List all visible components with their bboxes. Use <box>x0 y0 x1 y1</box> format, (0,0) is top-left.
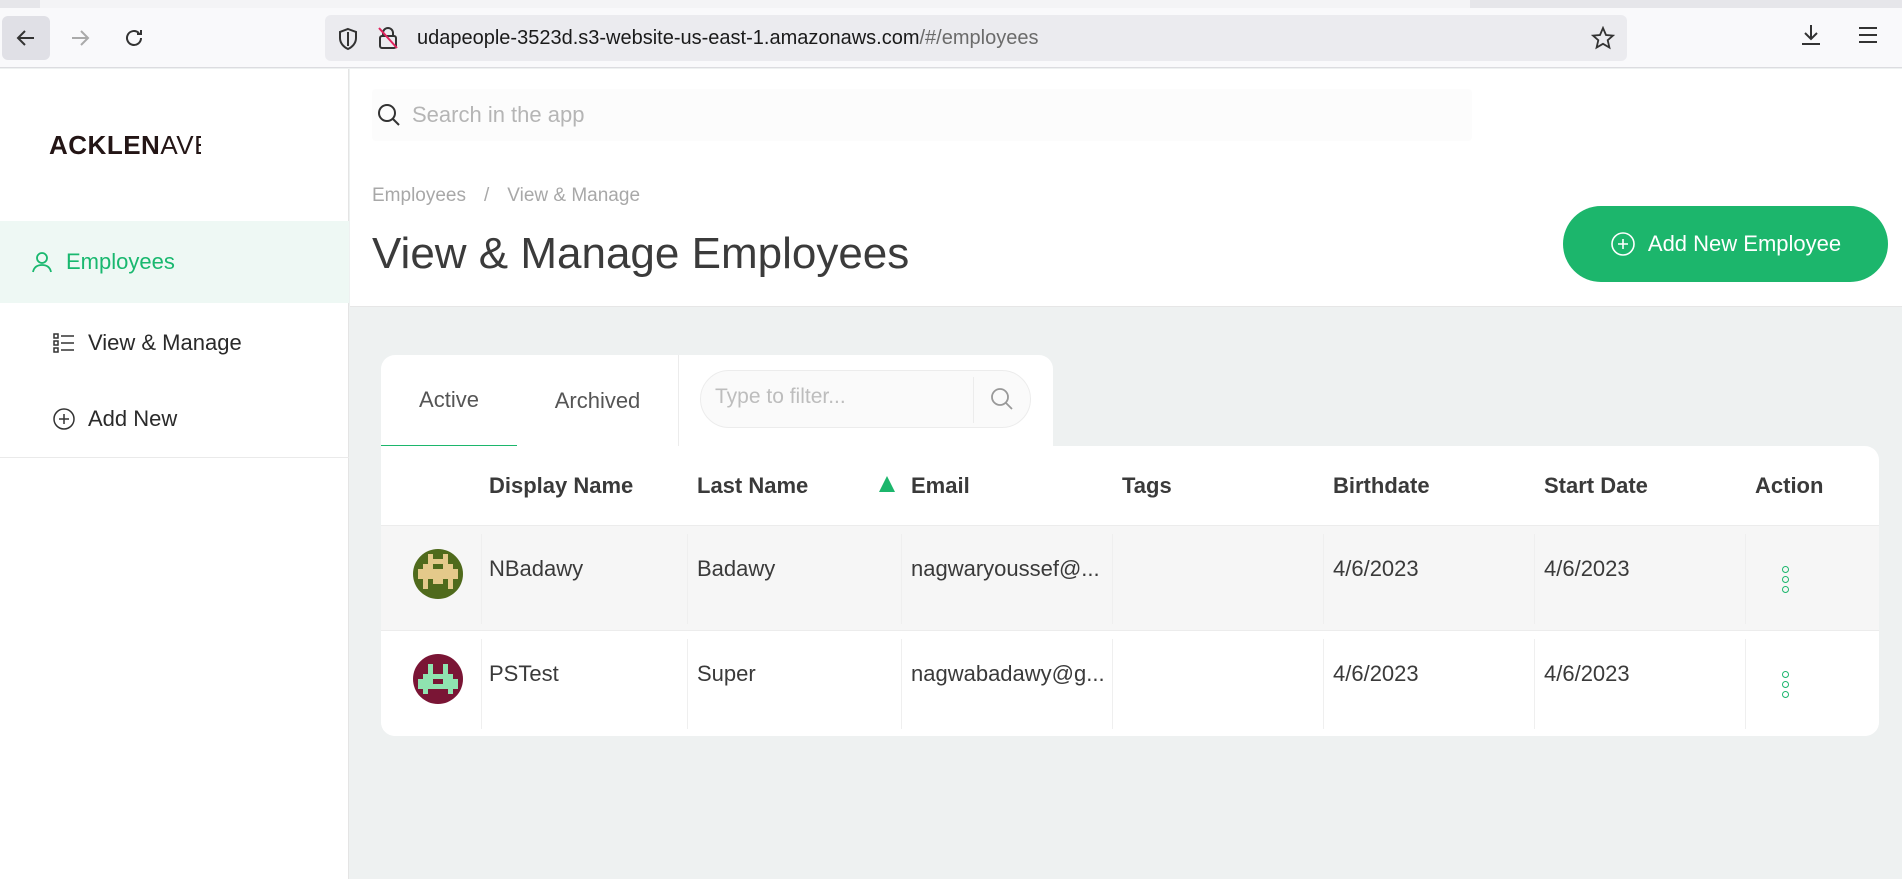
arrow-right-icon <box>72 30 90 46</box>
breadcrumb-separator: / <box>484 185 490 206</box>
add-new-employee-button[interactable]: Add New Employee <box>1563 206 1888 282</box>
plus-circle-icon <box>53 408 75 430</box>
avatar <box>413 654 463 704</box>
sort-ascending-icon[interactable] <box>879 476 895 492</box>
url-text: udapeople-3523d.s3-website-us-east-1.ama… <box>417 27 1039 49</box>
sidebar-item-label: View & Manage <box>88 330 242 355</box>
table-header: Display Name Last Name Email Tags Birthd… <box>381 446 1879 526</box>
cell-email: nagwabadawy@g... <box>911 661 1105 686</box>
row-actions-kebab-icon[interactable] <box>1781 671 1791 701</box>
logo[interactable]: ACKLENAVENUE <box>49 130 201 161</box>
user-icon <box>32 252 52 273</box>
identicon-icon <box>413 549 463 599</box>
app-search[interactable] <box>372 89 1472 141</box>
employees-table: Display Name Last Name Email Tags Birthd… <box>381 446 1879 736</box>
table-filter <box>700 370 1031 428</box>
arrow-left-icon <box>16 30 34 46</box>
browser-toolbar: udapeople-3523d.s3-website-us-east-1.ama… <box>0 8 1902 68</box>
download-icon[interactable] <box>1798 22 1824 48</box>
page-header: Employees / View & Manage View & Manage … <box>350 69 1902 307</box>
browser-tab-strip <box>0 0 1902 8</box>
reload-button[interactable] <box>110 16 158 60</box>
identicon-icon <box>413 654 463 704</box>
column-email[interactable]: Email <box>911 473 970 499</box>
table-row[interactable]: NBadawy Badawy nagwaryoussef@... 4/6/202… <box>381 526 1879 631</box>
insecure-lock-icon[interactable] <box>377 26 399 50</box>
cell-display-name: PSTest <box>489 661 559 686</box>
reload-icon <box>126 30 142 46</box>
cell-start-date: 4/6/2023 <box>1544 556 1630 581</box>
breadcrumb-employees[interactable]: Employees <box>372 185 466 207</box>
plus-circle-icon <box>1611 232 1635 256</box>
column-action: Action <box>1755 473 1824 498</box>
cell-display-name: NBadawy <box>489 556 584 581</box>
shield-icon[interactable] <box>337 27 359 51</box>
hamburger-menu-icon[interactable] <box>1855 22 1881 48</box>
back-button[interactable] <box>2 16 50 60</box>
bookmark-star-icon[interactable] <box>1591 26 1615 50</box>
breadcrumb: Employees / View & Manage <box>372 185 640 207</box>
cell-last-name: Super <box>697 661 756 686</box>
forward-button[interactable] <box>56 16 104 60</box>
column-birthdate[interactable]: Birthdate <box>1333 473 1430 499</box>
divider <box>0 457 349 458</box>
cell-email: nagwaryoussef@... <box>911 556 1100 581</box>
cell-last-name: Badawy <box>697 556 776 581</box>
avatar <box>413 549 463 599</box>
add-button-label: Add New Employee <box>1647 231 1842 256</box>
cell-birthdate: 4/6/2023 <box>1333 556 1419 581</box>
divider <box>973 377 974 423</box>
column-display-name[interactable]: Display Name <box>489 473 633 499</box>
search-icon[interactable] <box>989 386 1015 412</box>
column-start-date[interactable]: Start Date <box>1544 473 1648 499</box>
sidebar-item-label: Add New <box>88 406 178 431</box>
list-icon <box>53 333 74 353</box>
breadcrumb-view-manage: View & Manage <box>507 185 641 206</box>
tabs-bar: Active Archived <box>381 355 1053 447</box>
column-last-name[interactable]: Last Name <box>697 473 808 499</box>
sidebar-item-label: Employees <box>66 249 175 274</box>
sidebar-item-add-new[interactable]: Add New <box>0 389 349 449</box>
cell-start-date: 4/6/2023 <box>1544 661 1630 686</box>
search-icon <box>378 104 400 126</box>
row-actions-kebab-icon[interactable] <box>1781 566 1791 596</box>
table-row[interactable]: PSTest Super nagwabadawy@g... 4/6/2023 4… <box>381 631 1879 736</box>
search-input[interactable] <box>412 102 1312 128</box>
tab-active[interactable]: Active <box>381 355 517 447</box>
page-title: View & Manage Employees <box>372 229 910 278</box>
tab-archived[interactable]: Archived <box>517 355 679 447</box>
cell-birthdate: 4/6/2023 <box>1333 661 1419 686</box>
sidebar-item-view-manage[interactable]: View & Manage <box>0 313 349 373</box>
filter-input[interactable] <box>715 385 965 409</box>
sidebar-item-employees[interactable]: Employees <box>0 221 349 303</box>
sidebar: ACKLENAVENUE Employees View & Manage Add… <box>0 69 349 879</box>
column-tags[interactable]: Tags <box>1122 473 1172 499</box>
address-bar[interactable]: udapeople-3523d.s3-website-us-east-1.ama… <box>325 15 1627 61</box>
